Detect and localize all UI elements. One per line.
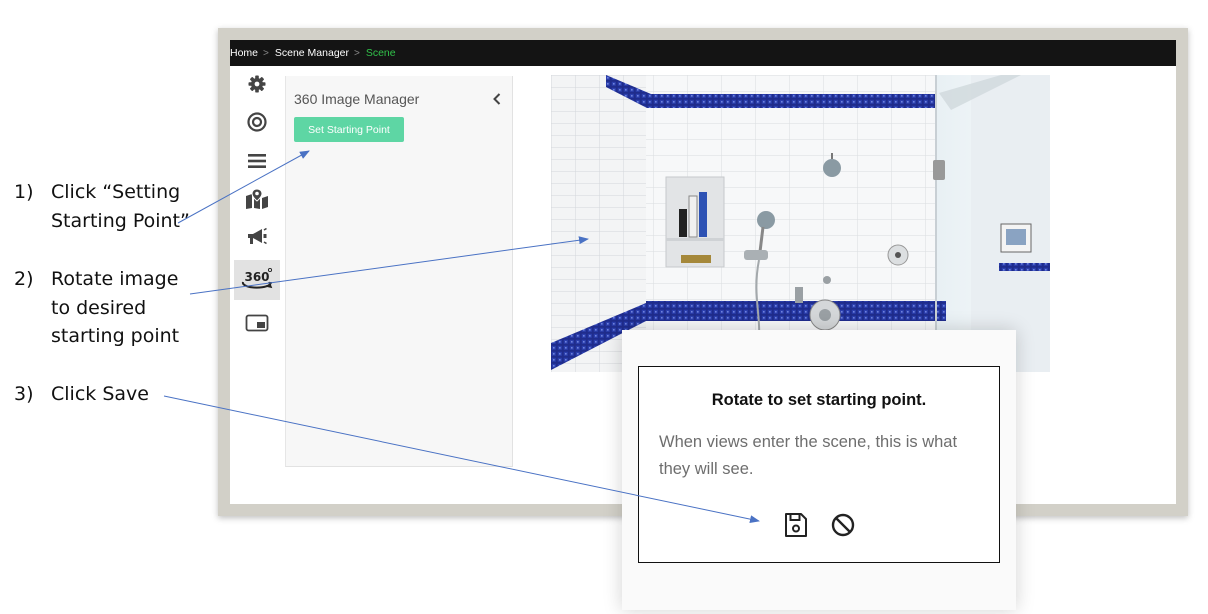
sidebar-item-settings[interactable] — [234, 66, 280, 102]
image-manager-panel: 360 Image Manager Set Starting Point — [285, 76, 513, 467]
instruction-number: 3) — [14, 383, 34, 405]
sidebar-item-announcements[interactable] — [234, 219, 280, 255]
menu-icon — [248, 154, 266, 168]
sidebar-item-picture-in-picture[interactable] — [234, 305, 280, 341]
megaphone-icon — [248, 227, 267, 245]
breadcrumb-separator-icon: > — [354, 47, 360, 59]
panorama-image — [551, 75, 1050, 372]
gear-icon — [248, 75, 266, 93]
360-view-icon: 360 — [242, 267, 273, 289]
instruction-text: Rotate image to desired starting point — [51, 268, 180, 347]
sidebar-item-map[interactable] — [234, 181, 280, 217]
svg-text:360: 360 — [244, 270, 269, 284]
dialog-title: Rotate to set starting point. — [711, 391, 927, 409]
breadcrumb-scene-manager[interactable]: Scene Manager — [275, 47, 349, 59]
instruction-text: Click “Setting Starting Point” — [51, 181, 190, 232]
instruction-number: 2) — [14, 268, 34, 290]
cancel-icon[interactable] — [830, 512, 856, 538]
breadcrumb-home[interactable]: Home — [230, 47, 258, 59]
instruction-number: 1) — [14, 181, 34, 203]
target-icon — [247, 112, 267, 132]
starting-point-dialog: Rotate to set starting point. When views… — [638, 366, 1000, 563]
set-starting-point-button[interactable]: Set Starting Point — [294, 117, 404, 142]
sidebar-item-360-image[interactable]: 360 — [234, 260, 280, 300]
save-icon[interactable] — [784, 512, 808, 538]
sidebar: 360 — [230, 66, 284, 504]
map-pin-icon — [246, 188, 268, 209]
panel-title: 360 Image Manager — [294, 91, 420, 107]
picture-in-picture-icon — [245, 314, 269, 332]
breadcrumb-separator-icon: > — [263, 47, 269, 59]
panorama-viewer[interactable] — [551, 75, 1050, 372]
dialog-body: When views enter the scene, this is what… — [659, 433, 958, 478]
sidebar-item-list[interactable] — [234, 143, 280, 179]
instruction-text: Click Save — [51, 383, 149, 405]
breadcrumb: Home > Scene Manager > Scene — [230, 40, 1176, 66]
chevron-left-icon[interactable] — [490, 92, 504, 106]
sidebar-item-target[interactable] — [234, 104, 280, 140]
breadcrumb-current-scene: Scene — [365, 47, 396, 59]
